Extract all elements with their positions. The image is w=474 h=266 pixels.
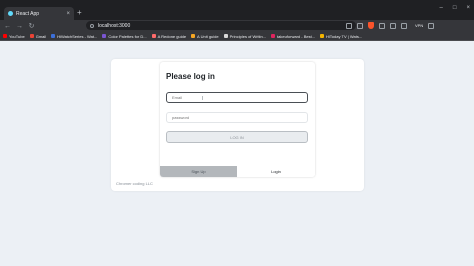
- site-info-icon[interactable]: [90, 23, 94, 28]
- site-favicon-icon: [102, 34, 107, 38]
- bookmark-label: HiWatchSeries - Wat...: [57, 33, 98, 39]
- reload-icon[interactable]: ↻: [27, 23, 36, 30]
- github-icon: [223, 34, 228, 38]
- youtube-icon: [3, 34, 7, 38]
- bookmark-item[interactable]: A Redone guide: [151, 33, 187, 39]
- close-window-icon[interactable]: ×: [466, 5, 470, 11]
- bookmark-item[interactable]: HiWatchSeries - Wat...: [51, 34, 97, 39]
- window-controls: – □ ×: [440, 5, 470, 11]
- bookmark-label: A Unit guide: [197, 33, 219, 39]
- login-button[interactable]: LOG IN: [166, 131, 308, 143]
- bookmark-label: takeuforward - Best...: [277, 33, 316, 39]
- minimize-icon[interactable]: –: [440, 5, 443, 11]
- new-tab-icon[interactable]: +: [77, 9, 82, 17]
- maximize-icon[interactable]: □: [453, 5, 457, 11]
- cast-icon[interactable]: [346, 22, 352, 29]
- browser-tab[interactable]: React App ×: [4, 7, 74, 20]
- bookmark-item[interactable]: A Unit guide: [191, 34, 219, 39]
- site-favicon-icon: [320, 34, 325, 38]
- bookmark-label: YouTube: [9, 33, 25, 39]
- bookmark-label: A Redone guide: [157, 33, 187, 39]
- bookmark-item[interactable]: HiToday TV | Wats...: [320, 34, 362, 39]
- sidebar-icon[interactable]: [390, 22, 396, 29]
- site-favicon-icon: [151, 34, 156, 38]
- footer-text: Chromer coding LLC: [116, 181, 153, 186]
- menu-icon[interactable]: [428, 22, 435, 29]
- text-cursor-icon: I: [202, 96, 204, 102]
- back-icon[interactable]: ←: [3, 23, 12, 30]
- toolbar-icons: VPN: [346, 22, 435, 29]
- browser-toolbar: ← → ↻ localhost:3000 VPN: [0, 20, 474, 32]
- forward-icon[interactable]: →: [15, 23, 24, 30]
- login-container: Please log in I LOG IN Sign Up Login Chr…: [111, 59, 364, 191]
- tab-title: React App: [16, 10, 40, 17]
- bookmark-label: Principles of Writin...: [229, 33, 267, 39]
- browser-tabstrip: React App × + – □ ×: [0, 0, 474, 20]
- email-field[interactable]: [166, 92, 308, 103]
- wallet-icon[interactable]: [401, 22, 407, 29]
- gmail-icon: [29, 34, 34, 38]
- bookmark-item[interactable]: YouTube: [3, 34, 25, 39]
- bookmark-label: Gmail: [35, 33, 47, 39]
- bookmark-item[interactable]: Color Palettes for D...: [102, 33, 147, 39]
- login-card: Please log in I LOG IN Sign Up Login: [160, 62, 315, 177]
- tab-signup[interactable]: Sign Up: [160, 166, 237, 177]
- address-bar[interactable]: localhost:3000: [86, 21, 356, 30]
- bookmarks-bar: YouTube Gmail HiWatchSeries - Wat... Col…: [0, 32, 474, 41]
- page-viewport: Please log in I LOG IN Sign Up Login Chr…: [0, 41, 474, 266]
- site-favicon-icon: [271, 34, 276, 38]
- bookmark-label: Color Palettes for D...: [108, 33, 147, 39]
- tab-login[interactable]: Login: [237, 166, 315, 177]
- site-favicon-icon: [51, 34, 56, 38]
- bookmark-item[interactable]: takeuforward - Best...: [271, 34, 315, 39]
- close-tab-icon[interactable]: ×: [66, 11, 70, 17]
- url-text[interactable]: localhost:3000: [98, 23, 130, 29]
- site-favicon-icon: [191, 34, 196, 38]
- vpn-button[interactable]: VPN: [415, 23, 423, 28]
- bookmark-item[interactable]: Gmail: [29, 33, 47, 39]
- extensions-icon[interactable]: [379, 22, 385, 29]
- password-field[interactable]: [166, 112, 308, 123]
- brave-shield-icon[interactable]: [368, 22, 374, 29]
- bookmark-label: HiToday TV | Wats...: [326, 33, 363, 39]
- share-icon[interactable]: [357, 22, 363, 29]
- form-title: Please log in: [166, 72, 215, 81]
- bookmark-item[interactable]: Principles of Writin...: [223, 33, 267, 39]
- react-favicon-icon: [8, 11, 13, 16]
